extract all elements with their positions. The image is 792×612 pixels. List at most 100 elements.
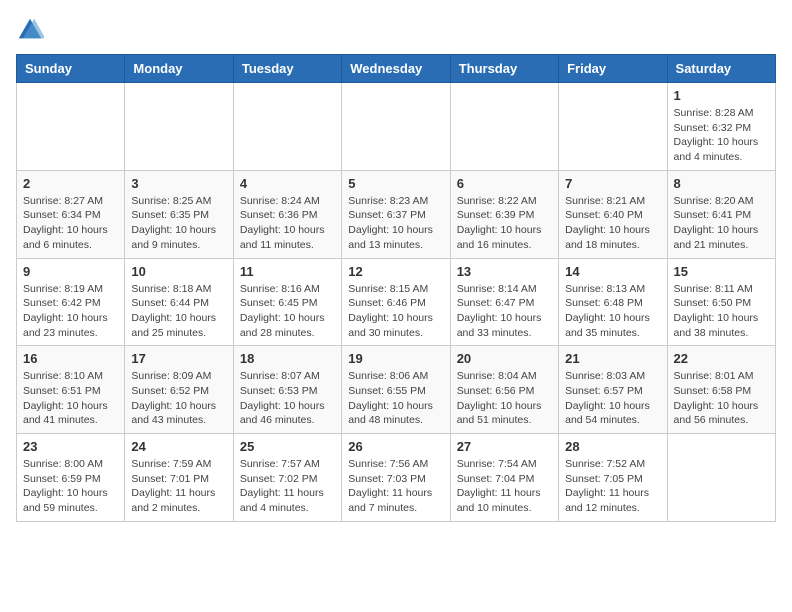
day-number: 20 <box>457 351 552 366</box>
day-number: 1 <box>674 88 769 103</box>
day-info: Sunrise: 8:11 AM Sunset: 6:50 PM Dayligh… <box>674 282 769 341</box>
day-number: 4 <box>240 176 335 191</box>
calendar-cell: 21 Sunrise: 8:03 AM Sunset: 6:57 PM Dayli… <box>559 346 667 434</box>
day-number: 3 <box>131 176 226 191</box>
day-number: 10 <box>131 264 226 279</box>
day-number: 22 <box>674 351 769 366</box>
day-number: 13 <box>457 264 552 279</box>
day-info: Sunrise: 7:57 AM Sunset: 7:02 PM Dayligh… <box>240 457 335 516</box>
day-number: 7 <box>565 176 660 191</box>
calendar-week-row: 2 Sunrise: 8:27 AM Sunset: 6:34 PM Daylig… <box>17 170 776 258</box>
calendar-cell: 9 Sunrise: 8:19 AM Sunset: 6:42 PM Daylig… <box>17 258 125 346</box>
calendar-cell: 28Sunrise: 7:52 AM Sunset: 7:05 PM Dayli… <box>559 434 667 522</box>
logo-icon <box>16 16 44 44</box>
day-info: Sunrise: 8:27 AM Sunset: 6:34 PM Dayligh… <box>23 194 118 253</box>
calendar-table: SundayMondayTuesdayWednesdayThursdayFrid… <box>16 54 776 522</box>
calendar-cell: 3 Sunrise: 8:25 AM Sunset: 6:35 PM Daylig… <box>125 170 233 258</box>
calendar-cell: 16 Sunrise: 8:10 AM Sunset: 6:51 PM Dayli… <box>17 346 125 434</box>
day-info: Sunrise: 8:10 AM Sunset: 6:51 PM Dayligh… <box>23 369 118 428</box>
weekday-header: Wednesday <box>342 55 450 83</box>
page-header <box>16 16 776 44</box>
day-number: 25 <box>240 439 335 454</box>
calendar-cell: 11Sunrise: 8:16 AM Sunset: 6:45 PM Dayli… <box>233 258 341 346</box>
calendar-cell <box>342 83 450 171</box>
weekday-header-row: SundayMondayTuesdayWednesdayThursdayFrid… <box>17 55 776 83</box>
calendar-week-row: 9 Sunrise: 8:19 AM Sunset: 6:42 PM Daylig… <box>17 258 776 346</box>
weekday-header: Saturday <box>667 55 775 83</box>
day-info: Sunrise: 8:28 AM Sunset: 6:32 PM Dayligh… <box>674 106 769 165</box>
day-number: 2 <box>23 176 118 191</box>
day-info: Sunrise: 8:04 AM Sunset: 6:56 PM Dayligh… <box>457 369 552 428</box>
day-number: 17 <box>131 351 226 366</box>
calendar-cell: 5 Sunrise: 8:23 AM Sunset: 6:37 PM Daylig… <box>342 170 450 258</box>
calendar-cell: 22 Sunrise: 8:01 AM Sunset: 6:58 PM Dayli… <box>667 346 775 434</box>
day-number: 18 <box>240 351 335 366</box>
day-number: 24 <box>131 439 226 454</box>
calendar-cell: 7 Sunrise: 8:21 AM Sunset: 6:40 PM Daylig… <box>559 170 667 258</box>
weekday-header: Monday <box>125 55 233 83</box>
day-number: 9 <box>23 264 118 279</box>
calendar-cell: 2 Sunrise: 8:27 AM Sunset: 6:34 PM Daylig… <box>17 170 125 258</box>
calendar-cell: 8 Sunrise: 8:20 AM Sunset: 6:41 PM Daylig… <box>667 170 775 258</box>
calendar-cell: 13 Sunrise: 8:14 AM Sunset: 6:47 PM Dayli… <box>450 258 558 346</box>
day-number: 16 <box>23 351 118 366</box>
calendar-cell: 10 Sunrise: 8:18 AM Sunset: 6:44 PM Dayli… <box>125 258 233 346</box>
day-info: Sunrise: 8:06 AM Sunset: 6:55 PM Dayligh… <box>348 369 443 428</box>
day-number: 21 <box>565 351 660 366</box>
day-info: Sunrise: 8:13 AM Sunset: 6:48 PM Dayligh… <box>565 282 660 341</box>
day-info: Sunrise: 7:52 AM Sunset: 7:05 PM Dayligh… <box>565 457 660 516</box>
day-info: Sunrise: 8:23 AM Sunset: 6:37 PM Dayligh… <box>348 194 443 253</box>
calendar-week-row: 23Sunrise: 8:00 AM Sunset: 6:59 PM Dayli… <box>17 434 776 522</box>
calendar-cell <box>559 83 667 171</box>
calendar-cell <box>17 83 125 171</box>
day-info: Sunrise: 8:09 AM Sunset: 6:52 PM Dayligh… <box>131 369 226 428</box>
weekday-header: Friday <box>559 55 667 83</box>
calendar-cell: 23Sunrise: 8:00 AM Sunset: 6:59 PM Dayli… <box>17 434 125 522</box>
day-info: Sunrise: 8:24 AM Sunset: 6:36 PM Dayligh… <box>240 194 335 253</box>
day-info: Sunrise: 8:07 AM Sunset: 6:53 PM Dayligh… <box>240 369 335 428</box>
day-number: 14 <box>565 264 660 279</box>
day-info: Sunrise: 8:25 AM Sunset: 6:35 PM Dayligh… <box>131 194 226 253</box>
calendar-cell <box>233 83 341 171</box>
day-number: 11 <box>240 264 335 279</box>
calendar-cell: 1 Sunrise: 8:28 AM Sunset: 6:32 PM Daylig… <box>667 83 775 171</box>
day-info: Sunrise: 8:22 AM Sunset: 6:39 PM Dayligh… <box>457 194 552 253</box>
calendar-cell: 25 Sunrise: 7:57 AM Sunset: 7:02 PM Dayli… <box>233 434 341 522</box>
calendar-cell: 6 Sunrise: 8:22 AM Sunset: 6:39 PM Daylig… <box>450 170 558 258</box>
day-number: 15 <box>674 264 769 279</box>
day-info: Sunrise: 8:20 AM Sunset: 6:41 PM Dayligh… <box>674 194 769 253</box>
day-info: Sunrise: 8:15 AM Sunset: 6:46 PM Dayligh… <box>348 282 443 341</box>
calendar-cell <box>667 434 775 522</box>
calendar-cell: 4 Sunrise: 8:24 AM Sunset: 6:36 PM Daylig… <box>233 170 341 258</box>
day-info: Sunrise: 7:59 AM Sunset: 7:01 PM Dayligh… <box>131 457 226 516</box>
day-info: Sunrise: 8:14 AM Sunset: 6:47 PM Dayligh… <box>457 282 552 341</box>
calendar-cell: 24 Sunrise: 7:59 AM Sunset: 7:01 PM Dayli… <box>125 434 233 522</box>
day-number: 26 <box>348 439 443 454</box>
weekday-header: Thursday <box>450 55 558 83</box>
calendar-cell: 12 Sunrise: 8:15 AM Sunset: 6:46 PM Dayli… <box>342 258 450 346</box>
calendar-cell: 20 Sunrise: 8:04 AM Sunset: 6:56 PM Dayli… <box>450 346 558 434</box>
day-number: 12 <box>348 264 443 279</box>
day-number: 19 <box>348 351 443 366</box>
day-info: Sunrise: 8:03 AM Sunset: 6:57 PM Dayligh… <box>565 369 660 428</box>
calendar-cell: 17 Sunrise: 8:09 AM Sunset: 6:52 PM Dayli… <box>125 346 233 434</box>
day-info: Sunrise: 8:01 AM Sunset: 6:58 PM Dayligh… <box>674 369 769 428</box>
calendar-week-row: 16 Sunrise: 8:10 AM Sunset: 6:51 PM Dayli… <box>17 346 776 434</box>
weekday-header: Tuesday <box>233 55 341 83</box>
calendar-cell: 19 Sunrise: 8:06 AM Sunset: 6:55 PM Dayli… <box>342 346 450 434</box>
day-number: 23 <box>23 439 118 454</box>
day-number: 5 <box>348 176 443 191</box>
calendar-cell <box>450 83 558 171</box>
day-info: Sunrise: 8:18 AM Sunset: 6:44 PM Dayligh… <box>131 282 226 341</box>
calendar-cell <box>125 83 233 171</box>
calendar-cell: 15 Sunrise: 8:11 AM Sunset: 6:50 PM Dayli… <box>667 258 775 346</box>
day-number: 8 <box>674 176 769 191</box>
day-info: Sunrise: 8:19 AM Sunset: 6:42 PM Dayligh… <box>23 282 118 341</box>
logo <box>16 16 48 44</box>
calendar-cell: 26 Sunrise: 7:56 AM Sunset: 7:03 PM Dayli… <box>342 434 450 522</box>
calendar-cell: 18 Sunrise: 8:07 AM Sunset: 6:53 PM Dayli… <box>233 346 341 434</box>
day-info: Sunrise: 8:21 AM Sunset: 6:40 PM Dayligh… <box>565 194 660 253</box>
day-info: Sunrise: 7:54 AM Sunset: 7:04 PM Dayligh… <box>457 457 552 516</box>
day-info: Sunrise: 7:56 AM Sunset: 7:03 PM Dayligh… <box>348 457 443 516</box>
day-number: 6 <box>457 176 552 191</box>
